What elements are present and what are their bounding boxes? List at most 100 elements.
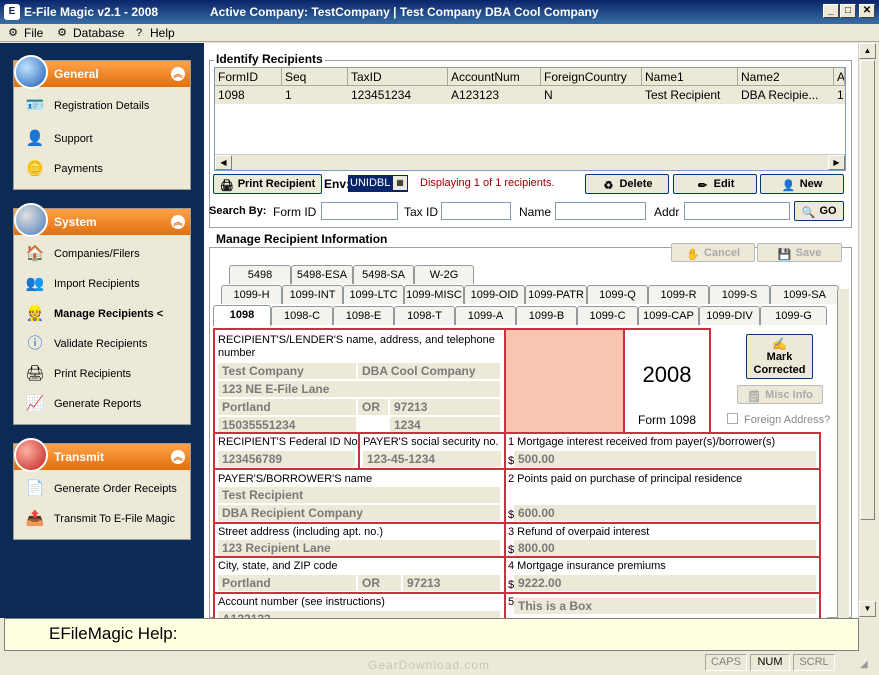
tab-1098[interactable]: 1098 <box>213 305 271 326</box>
delete-button[interactable]: ♻ Delete <box>585 174 669 194</box>
tab-5498-esa[interactable]: 5498-ESA <box>291 265 353 284</box>
tab-1099-q[interactable]: 1099-Q <box>587 285 648 304</box>
box3-field[interactable]: 800.00 <box>514 540 816 556</box>
env-select[interactable]: UNIDBL ▦ <box>348 175 408 192</box>
column-header[interactable]: TaxID <box>348 68 448 86</box>
tab-1099-r[interactable]: 1099-R <box>648 285 709 304</box>
print-recipient-button[interactable]: 🖨 Print Recipient <box>213 174 322 194</box>
column-header[interactable]: FormID <box>215 68 282 86</box>
tab-1099-oid[interactable]: 1099-OID <box>464 285 525 304</box>
payer-ssn-field[interactable]: 123-45-1234 <box>363 451 501 467</box>
vertical-scrollbar[interactable]: ▲ ▼ <box>858 43 876 618</box>
lender-dba-field[interactable]: DBA Cool Company <box>358 363 500 379</box>
collapse-icon[interactable]: ︽ <box>171 215 185 229</box>
sidebar-item-support[interactable]: 👤 Support <box>24 128 93 150</box>
tab-1099-cap[interactable]: 1099-CAP <box>638 306 699 325</box>
scroll-up-icon[interactable]: ▲ <box>859 43 876 59</box>
lender-ext-field[interactable]: 1234 <box>390 417 500 433</box>
tab-1099-h[interactable]: 1099-H <box>221 285 282 304</box>
tab-1099-misc[interactable]: 1099-MISC <box>404 285 464 304</box>
payer-dba-field[interactable]: DBA Recipient Company <box>218 505 500 521</box>
new-button[interactable]: 👤 New <box>760 174 844 194</box>
tab-1099-div[interactable]: 1099-DIV <box>699 306 760 325</box>
horizontal-scrollbar[interactable]: ◀ ▶ <box>215 154 845 170</box>
column-header[interactable]: Seq <box>282 68 348 86</box>
menu-help[interactable]: ? Help <box>130 25 175 41</box>
form-id-input[interactable] <box>321 202 398 220</box>
column-header[interactable]: Name2 <box>738 68 834 86</box>
box1-field[interactable]: 500.00 <box>514 451 816 467</box>
menu-database[interactable]: ⚙ Database <box>53 25 124 41</box>
tab-1099-ltc[interactable]: 1099-LTC <box>343 285 404 304</box>
save-button[interactable]: 💾 Save <box>757 243 842 262</box>
lender-name-field[interactable]: Test Company <box>218 363 356 379</box>
sidebar-item-generate-reports[interactable]: 📈 Generate Reports <box>24 393 142 415</box>
tab-1099-g[interactable]: 1099-G <box>760 306 827 325</box>
tab-1099-patr[interactable]: 1099-PATR <box>525 285 587 304</box>
lender-street-field[interactable]: 123 NE E-File Lane <box>218 381 500 397</box>
column-header[interactable]: Name1 <box>642 68 738 86</box>
tab-1098-t[interactable]: 1098-T <box>394 306 455 325</box>
transmit-panel-header[interactable]: Transmit ︽ <box>14 438 190 472</box>
tab-1099-int[interactable]: 1099-INT <box>282 285 343 304</box>
sidebar-item-manage-recipients[interactable]: 👷 Manage Recipients < <box>24 303 163 325</box>
tab-5498[interactable]: 5498 <box>229 265 291 284</box>
tab-5498-sa[interactable]: 5498-SA <box>353 265 414 284</box>
addr-input[interactable] <box>684 202 790 220</box>
lender-phone-field[interactable]: 15035551234 <box>218 417 356 433</box>
misc-info-button[interactable]: 🗒 Misc Info <box>737 385 823 404</box>
sidebar-item-companies-filers[interactable]: 🏠 Companies/Filers <box>24 243 140 265</box>
box4-field[interactable]: 9222.00 <box>514 575 816 591</box>
chevron-down-icon[interactable]: ▦ <box>393 176 407 190</box>
column-header[interactable]: AccountNum <box>448 68 541 86</box>
scroll-left-icon[interactable]: ◀ <box>215 155 232 170</box>
payer-name-field[interactable]: Test Recipient <box>218 487 500 503</box>
fed-id-field[interactable]: 123456789 <box>218 451 355 467</box>
maximize-button[interactable]: □ <box>840 4 856 18</box>
lender-zip-field[interactable]: 97213 <box>390 399 500 415</box>
go-button[interactable]: 🔍 GO <box>794 201 844 221</box>
sidebar-item-print-recipients[interactable]: 🖨 Print Recipients <box>24 363 131 385</box>
tab-1098-e[interactable]: 1098-E <box>333 306 394 325</box>
tab-1098-c[interactable]: 1098-C <box>271 306 333 325</box>
tab-1099-s[interactable]: 1099-S <box>709 285 770 304</box>
sidebar-item-generate-order-receipts[interactable]: 📄 Generate Order Receipts <box>24 478 177 500</box>
name-input[interactable] <box>555 202 646 220</box>
scroll-down-icon[interactable]: ▼ <box>859 601 876 617</box>
edit-button[interactable]: ✏ Edit <box>673 174 757 194</box>
column-header[interactable]: ForeignCountry <box>541 68 642 86</box>
checkbox-icon[interactable] <box>727 413 738 424</box>
tab-1099-sa[interactable]: 1099-SA <box>770 285 839 304</box>
column-header[interactable]: A <box>834 68 845 86</box>
menu-file[interactable]: ⚙ File <box>4 25 43 41</box>
resize-grip-icon[interactable]: ◢ <box>860 659 874 673</box>
system-panel-header[interactable]: System ︽ <box>14 203 190 237</box>
tab-1099-a[interactable]: 1099-A <box>455 306 516 325</box>
recipients-grid[interactable]: FormID Seq TaxID AccountNum ForeignCount… <box>214 67 846 171</box>
state-field[interactable]: OR <box>358 575 401 591</box>
lender-state-field[interactable]: OR <box>358 399 388 415</box>
sidebar-item-transmit[interactable]: 📤 Transmit To E-File Magic <box>24 508 175 530</box>
collapse-icon[interactable]: ︽ <box>171 67 185 81</box>
tab-1099-c[interactable]: 1099-C <box>577 306 638 325</box>
close-button[interactable]: ✕ <box>859 4 875 18</box>
city-field[interactable]: Portland <box>218 575 356 591</box>
foreign-address-checkbox[interactable]: Foreign Address? <box>727 413 837 426</box>
lender-city-field[interactable]: Portland <box>218 399 356 415</box>
street-field[interactable]: 123 Recipient Lane <box>218 540 500 556</box>
general-panel-header[interactable]: General ︽ <box>14 55 190 89</box>
cancel-button[interactable]: ✋ Cancel <box>671 243 755 262</box>
sidebar-item-registration-details[interactable]: 🪪 Registration Details <box>24 95 150 117</box>
tab-1099-b[interactable]: 1099-B <box>516 306 577 325</box>
zip-field[interactable]: 97213 <box>403 575 500 591</box>
tax-id-input[interactable] <box>441 202 511 220</box>
scroll-right-icon[interactable]: ▶ <box>828 155 845 170</box>
sidebar-item-validate-recipients[interactable]: ⓘ Validate Recipients <box>24 333 147 355</box>
tab-w-2g[interactable]: W-2G <box>414 265 474 284</box>
sidebar-item-payments[interactable]: 🪙 Payments <box>24 158 103 180</box>
mark-corrected-button[interactable]: ✍ Mark Corrected <box>746 334 813 379</box>
box2-field[interactable]: 600.00 <box>514 505 816 521</box>
box5-field[interactable]: This is a Box <box>514 598 816 614</box>
scroll-thumb[interactable] <box>860 60 875 520</box>
collapse-icon[interactable]: ︽ <box>171 450 185 464</box>
